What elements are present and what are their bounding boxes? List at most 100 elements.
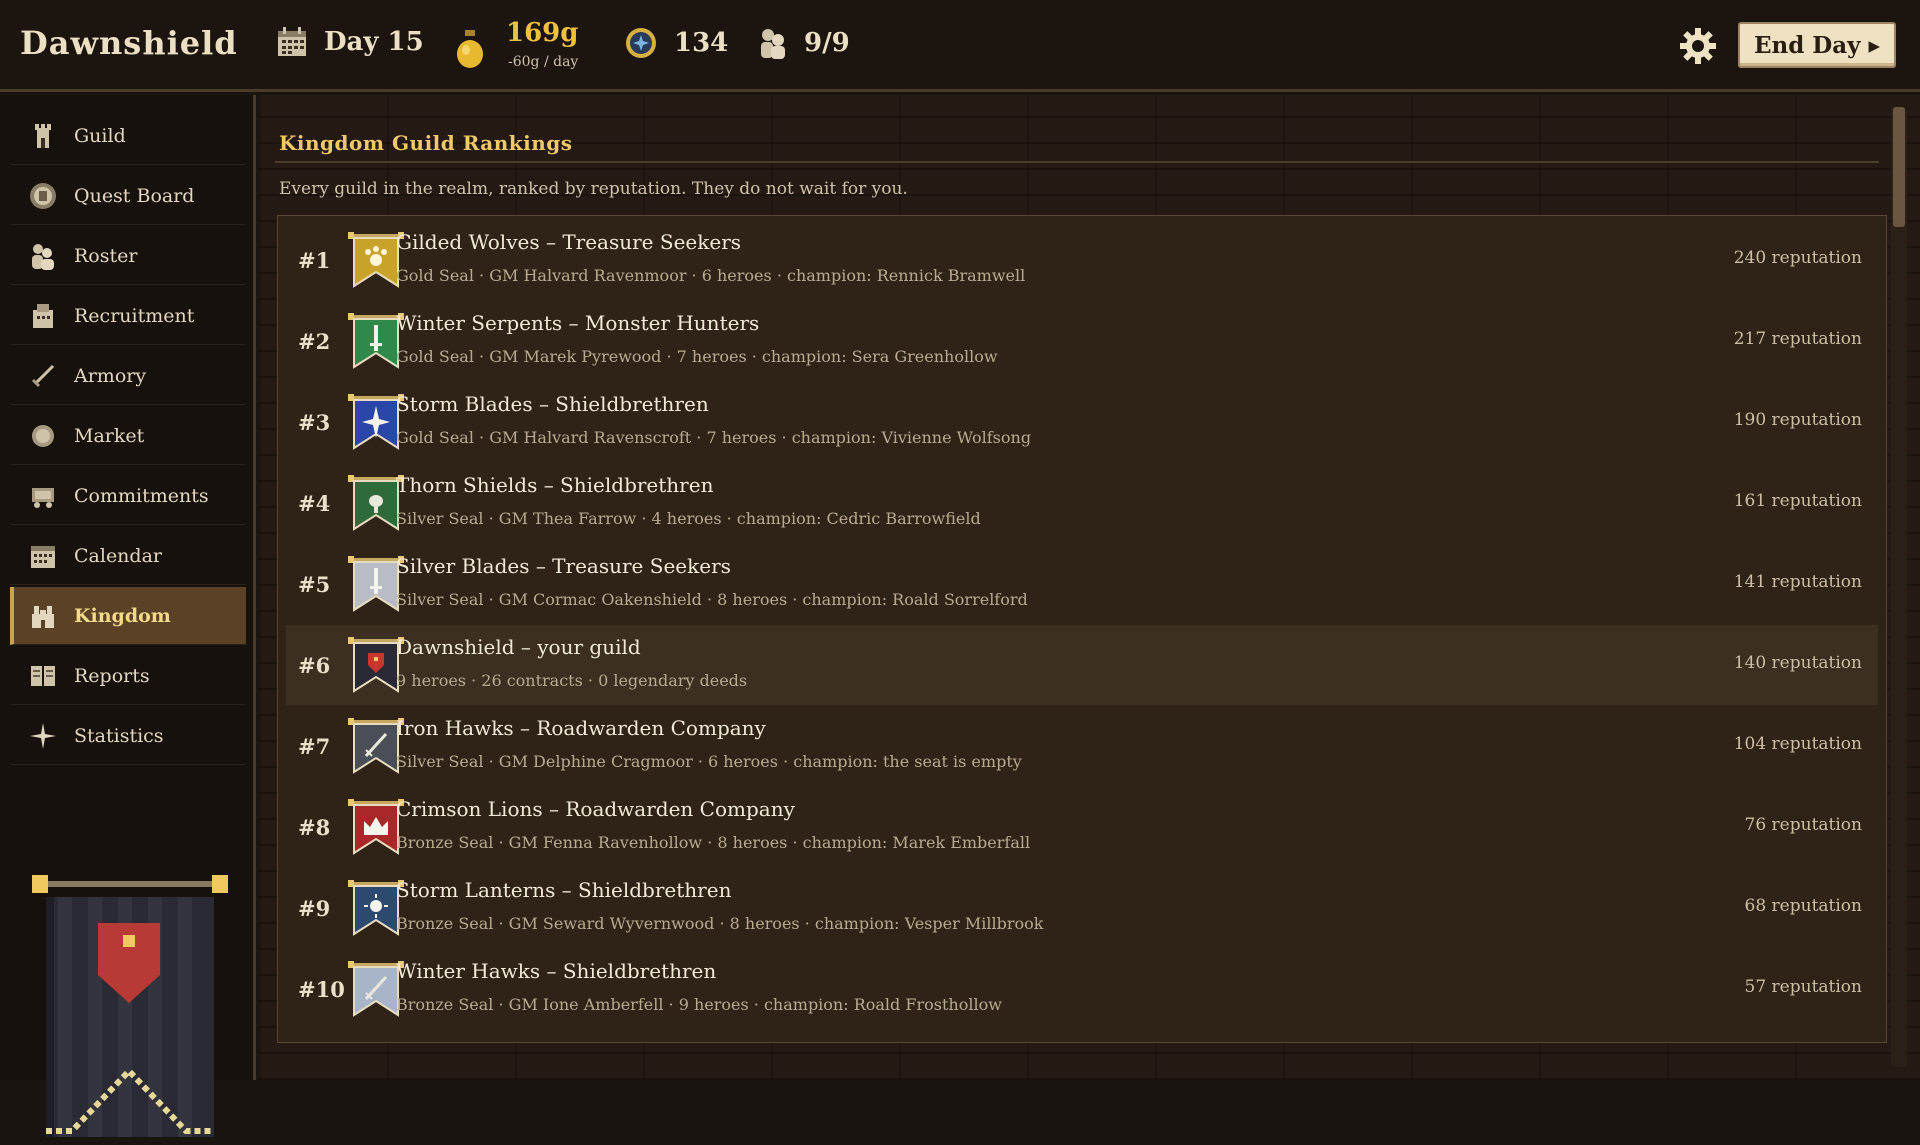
guild-details: Gold Seal · GM Halvard Ravenscroft · 7 h… — [396, 428, 1032, 447]
page-title: Kingdom Guild Rankings — [279, 131, 573, 155]
guild-details: Bronze Seal · GM Fenna Ravenhollow · 8 h… — [396, 833, 1031, 852]
guild-name: Silver Blades – Treasure Seekers — [396, 554, 731, 578]
sidebar-item-quest-board[interactable]: Quest Board — [10, 167, 246, 225]
renown-medal-icon — [626, 28, 656, 58]
guild-name: Winter Serpents – Monster Hunters — [396, 311, 760, 335]
ranking-row[interactable]: #2 Winter Serpents – Monster Hunters Gold … — [286, 301, 1878, 381]
reputation-value: 217 reputation — [1733, 329, 1862, 349]
sidebar-item-roster[interactable]: Roster — [10, 227, 246, 285]
book-icon — [28, 661, 58, 691]
reputation-value: 57 reputation — [1744, 977, 1862, 997]
ranking-row[interactable]: #3 Storm Blades – Shieldbrethren Gold Seal… — [286, 382, 1878, 462]
ranking-row[interactable]: #7 Iron Hawks – Roadwarden Company Silver … — [286, 706, 1878, 786]
recruit-icon — [28, 301, 58, 331]
title-divider — [275, 161, 1879, 163]
ranking-row[interactable]: #8 Crimson Lions – Roadwarden Company Bron… — [286, 787, 1878, 867]
guild-details: Silver Seal · GM Delphine Cragmoor · 6 h… — [396, 752, 1022, 771]
ranking-row[interactable]: #1 Gilded Wolves – Treasure Seekers Gold S… — [286, 220, 1878, 300]
rank-number: #3 — [298, 410, 331, 435]
tower-icon — [28, 121, 58, 151]
rank-number: #2 — [298, 329, 331, 354]
guild-name: Dawnshield – your guild — [396, 635, 641, 659]
ranking-row[interactable]: #10 Winter Hawks – Shieldbrethren Bronze S… — [286, 949, 1878, 1029]
sidebar-item-label: Commitments — [74, 484, 209, 507]
scrollbar[interactable] — [1891, 107, 1907, 1067]
day-label: Day 15 — [324, 27, 424, 57]
page-subtitle: Every guild in the realm, ranked by repu… — [279, 179, 908, 199]
sidebar-item-commitments[interactable]: Commitments — [10, 467, 246, 525]
rankings-list: #1 Gilded Wolves – Treasure Seekers Gold S… — [277, 215, 1887, 1043]
settings-gear-icon[interactable] — [1678, 26, 1718, 66]
end-day-button[interactable]: End Day ▸ — [1738, 22, 1896, 68]
sidebar: Guild Quest Board Roster Recruitment Arm… — [0, 95, 256, 1137]
reputation-value: 104 reputation — [1733, 734, 1862, 754]
rank-number: #4 — [298, 491, 331, 516]
gold-rate: -60g / day — [508, 54, 579, 70]
sidebar-item-label: Quest Board — [74, 184, 195, 207]
sidebar-item-label: Guild — [74, 124, 126, 147]
rank-number: #7 — [298, 734, 331, 759]
rank-number: #5 — [298, 572, 331, 597]
sidebar-item-kingdom[interactable]: Kingdom — [10, 587, 246, 645]
sidebar-item-recruitment[interactable]: Recruitment — [10, 287, 246, 345]
cart-icon — [28, 481, 58, 511]
heroes-count: 9/9 — [804, 28, 850, 58]
sidebar-item-armory[interactable]: Armory — [10, 347, 246, 405]
renown-value: 134 — [674, 28, 729, 58]
ranking-row[interactable]: #4 Thorn Shields – Shieldbrethren Silver S… — [286, 463, 1878, 543]
rank-number: #1 — [298, 248, 331, 273]
guild-details: Silver Seal · GM Cormac Oakenshield · 8 … — [396, 590, 1028, 609]
guild-name: Crimson Lions – Roadwarden Company — [396, 797, 795, 821]
castle-icon — [28, 601, 58, 631]
reputation-value: 240 reputation — [1733, 248, 1862, 268]
reputation-value: 141 reputation — [1733, 572, 1862, 592]
sidebar-item-label: Armory — [74, 364, 147, 387]
reputation-value: 190 reputation — [1733, 410, 1862, 430]
ranking-row[interactable]: #9 Storm Lanterns – Shieldbrethren Bronze … — [286, 868, 1878, 948]
star-icon — [28, 721, 58, 751]
sidebar-nav: Guild Quest Board Roster Recruitment Arm… — [10, 107, 246, 767]
rank-number: #10 — [298, 977, 345, 1002]
guild-name: Winter Hawks – Shieldbrethren — [396, 959, 717, 983]
sword-icon — [28, 361, 58, 391]
renown-display: 134 — [624, 26, 728, 60]
guild-details: Gold Seal · GM Marek Pyrewood · 7 heroes… — [396, 347, 998, 366]
sidebar-item-statistics[interactable]: Statistics — [10, 707, 246, 765]
ranking-row-player[interactable]: #6 Dawnshield – your guild 9 heroes · 26 c… — [286, 625, 1878, 705]
guild-details: Bronze Seal · GM Ione Amberfell · 9 hero… — [396, 995, 1002, 1014]
gold-amount: 169g — [506, 18, 579, 48]
main-panel: Kingdom Guild Rankings Every guild in th… — [259, 95, 1920, 1080]
sidebar-item-calendar[interactable]: Calendar — [10, 527, 246, 585]
heroes-display: 9/9 — [758, 26, 850, 60]
reputation-value: 140 reputation — [1733, 653, 1862, 673]
sidebar-item-label: Recruitment — [74, 304, 195, 327]
sidebar-item-market[interactable]: Market — [10, 407, 246, 465]
sidebar-item-label: Roster — [74, 244, 138, 267]
guild-banner-art — [32, 875, 228, 1137]
guild-name: Storm Blades – Shieldbrethren — [396, 392, 709, 416]
sidebar-item-label: Kingdom — [74, 604, 171, 627]
guild-name: Dawnshield — [20, 24, 238, 62]
calendar-icon — [278, 27, 306, 56]
guild-name: Iron Hawks – Roadwarden Company — [396, 716, 766, 740]
sidebar-item-guild[interactable]: Guild — [10, 107, 246, 165]
people-icon — [28, 241, 58, 271]
guild-details: 9 heroes · 26 contracts · 0 legendary de… — [396, 671, 748, 690]
coin-icon — [28, 421, 58, 451]
day-counter: Day 15 — [276, 26, 424, 58]
scrollbar-thumb[interactable] — [1893, 107, 1905, 227]
reputation-value: 68 reputation — [1744, 896, 1862, 916]
guild-name: Gilded Wolves – Treasure Seekers — [396, 230, 742, 254]
sidebar-item-label: Statistics — [74, 724, 164, 747]
heroes-icon — [761, 29, 785, 59]
top-bar: Dawnshield Day 15 169g -60g / day 134 9/… — [0, 0, 1920, 92]
sidebar-item-label: Calendar — [74, 544, 162, 567]
quest-seal-icon — [28, 181, 58, 211]
sidebar-item-reports[interactable]: Reports — [10, 647, 246, 705]
rank-number: #9 — [298, 896, 331, 921]
calendar-icon — [28, 541, 58, 571]
ranking-row[interactable]: #5 Silver Blades – Treasure Seekers Silver… — [286, 544, 1878, 624]
sidebar-item-label: Reports — [74, 664, 150, 687]
guild-details: Bronze Seal · GM Seward Wyvernwood · 8 h… — [396, 914, 1044, 933]
rank-number: #6 — [298, 653, 331, 678]
